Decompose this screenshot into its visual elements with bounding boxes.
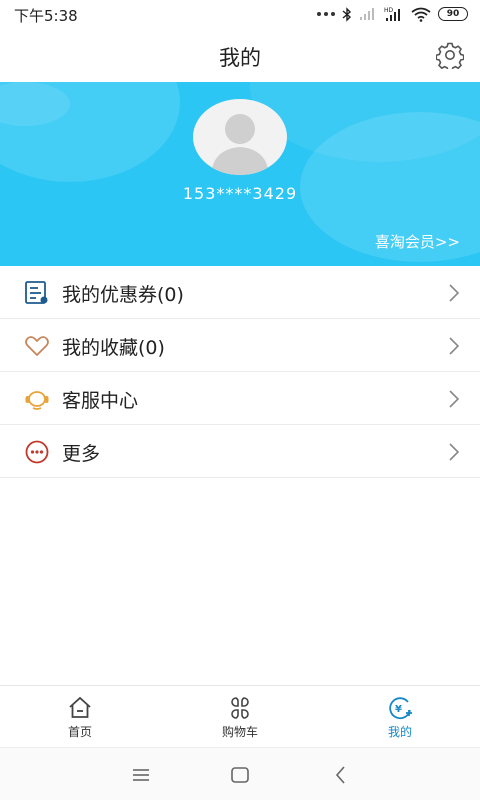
title-bar: 我的 (0, 28, 480, 82)
tab-profile[interactable]: ¥ 我的 (320, 686, 480, 747)
coupon-icon (25, 281, 48, 304)
menu-item-label: 我的收藏(0) (62, 337, 165, 359)
profile-menu: 我的优惠券(0) 我的收藏(0) 客服中心 更多 (0, 266, 480, 478)
more-icon (25, 440, 49, 464)
default-avatar-icon (211, 114, 269, 175)
settings-gear-icon[interactable] (436, 41, 464, 69)
svg-text:¥: ¥ (395, 704, 402, 715)
heart-icon (25, 336, 49, 356)
customer-service-icon (25, 391, 49, 410)
status-bar: 下午5:38 HD 90 (0, 0, 480, 28)
status-icons: HD 90 (317, 5, 468, 23)
tab-label: 我的 (387, 725, 412, 739)
chevron-right-icon (449, 390, 460, 408)
chevron-right-icon (449, 443, 460, 461)
svg-text:HD: HD (384, 7, 394, 14)
chevron-right-icon (449, 337, 460, 355)
menu-item-label: 我的优惠券(0) (62, 284, 184, 306)
system-navigation-bar (0, 747, 480, 800)
menu-item-label: 客服中心 (62, 390, 139, 412)
signal-hd-icon: HD (384, 7, 400, 21)
notification-dots-icon (317, 12, 335, 16)
tab-home[interactable]: 首页 (0, 686, 160, 747)
tab-label: 购物车 (221, 725, 258, 739)
tab-label: 首页 (67, 725, 92, 739)
menu-item-customer-service[interactable]: 客服中心 (0, 372, 480, 425)
wifi-icon (411, 7, 431, 22)
back-icon[interactable] (330, 764, 352, 786)
battery-icon: 90 (438, 7, 468, 21)
menu-item-label: 更多 (62, 443, 101, 465)
profile-icon: ¥ (389, 697, 412, 720)
user-phone-number: 153****3429 (182, 184, 298, 203)
member-link[interactable]: 喜淘会员>> (375, 231, 460, 252)
menu-item-coupons[interactable]: 我的优惠券(0) (0, 266, 480, 319)
signal-weak-icon (360, 8, 374, 20)
chevron-right-icon (449, 284, 460, 302)
tab-cart[interactable]: 购物车 (160, 686, 320, 747)
bluetooth-icon (342, 6, 352, 22)
profile-banner: 153****3429 喜淘会员>> (0, 82, 480, 266)
avatar[interactable] (193, 99, 287, 175)
recent-apps-icon[interactable] (130, 764, 152, 786)
home-button-icon[interactable] (229, 764, 251, 786)
menu-item-favorites[interactable]: 我的收藏(0) (0, 319, 480, 372)
status-time: 下午5:38 (14, 7, 78, 25)
home-icon (69, 696, 91, 718)
banner-bubble-decoration (250, 82, 480, 162)
menu-item-more[interactable]: 更多 (0, 425, 480, 478)
page-title: 我的 (219, 46, 261, 70)
cart-icon (231, 697, 249, 719)
bottom-tab-bar: 首页 购物车 ¥ 我的 (0, 685, 480, 747)
